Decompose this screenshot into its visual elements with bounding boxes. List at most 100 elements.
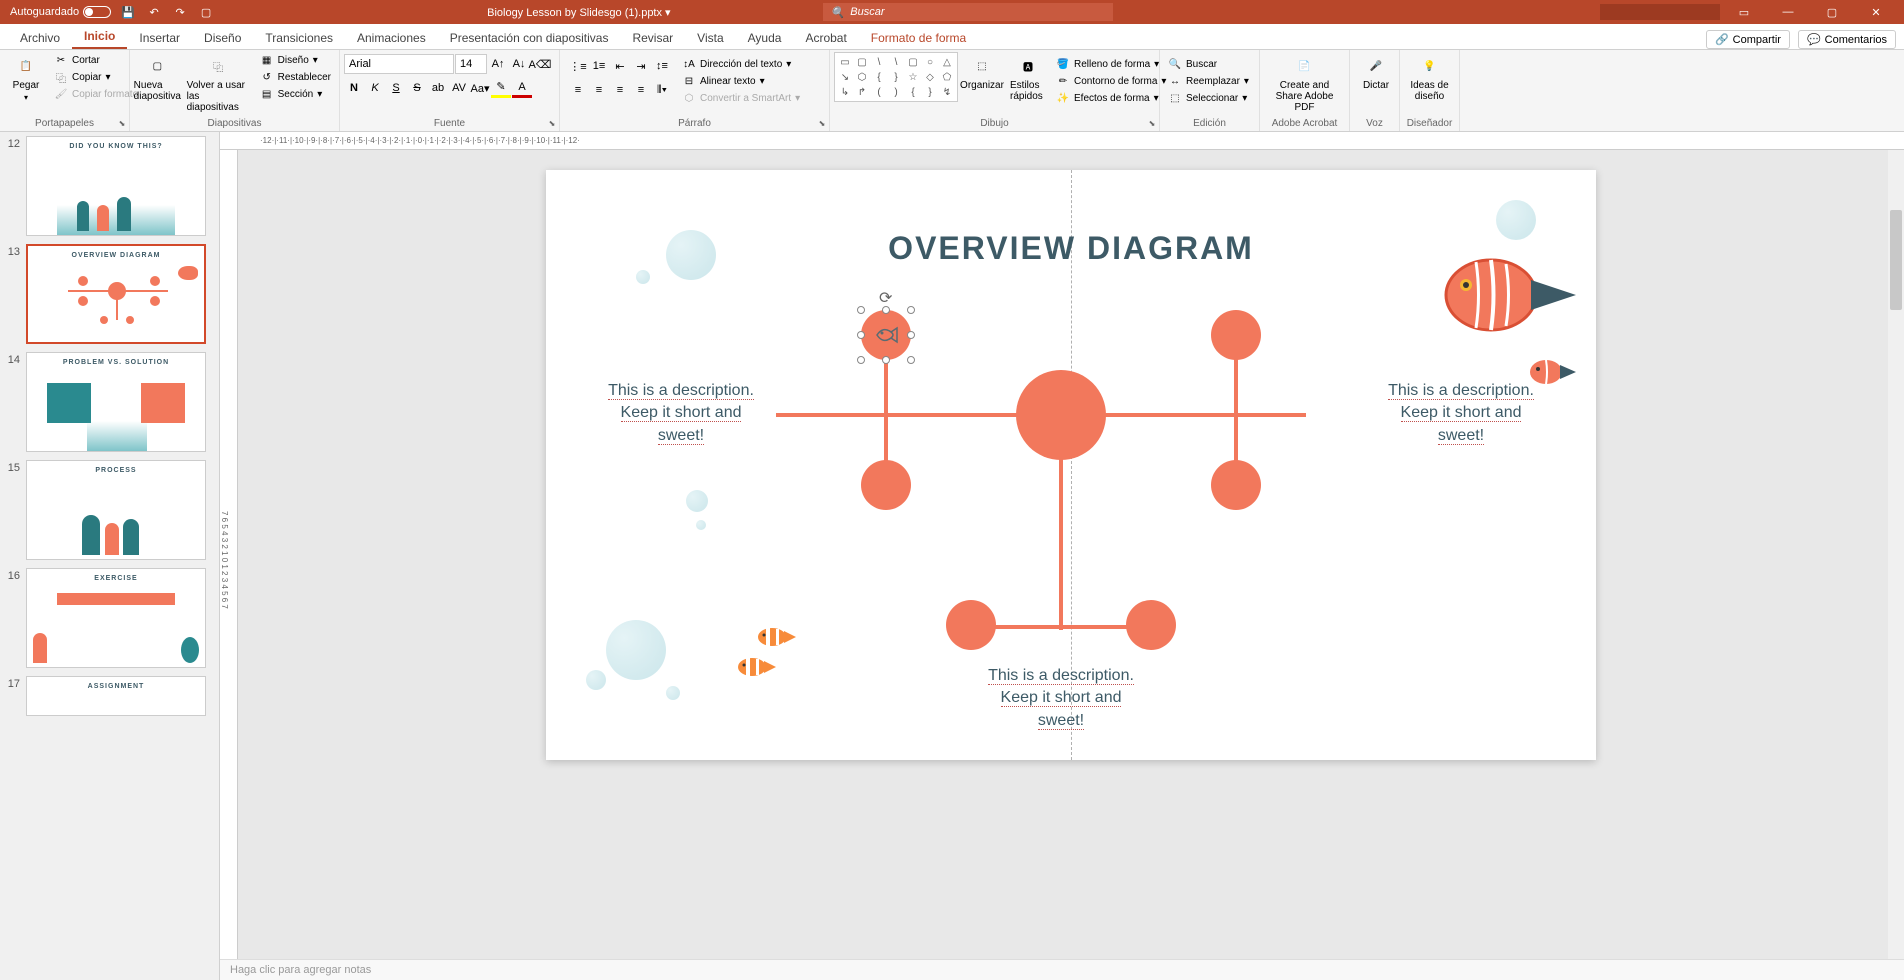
description-text-bottom[interactable]: This is a description. Keep it short and… — [976, 665, 1146, 732]
tab-inicio[interactable]: Inicio — [72, 25, 127, 49]
format-painter-button[interactable]: 🖌Copiar formato — [50, 86, 142, 102]
adobe-pdf-button[interactable]: 📄Create and Share Adobe PDF — [1264, 52, 1345, 115]
tab-insertar[interactable]: Insertar — [127, 27, 192, 49]
resize-handle[interactable] — [907, 306, 915, 314]
find-button[interactable]: 🔍Buscar — [1164, 56, 1253, 72]
layout-button[interactable]: ▦Diseño ▾ — [256, 52, 335, 68]
align-text-button[interactable]: ⊟Alinear texto ▾ — [678, 73, 804, 89]
slide-thumbnail-13[interactable]: OVERVIEW DIAGRAM — [26, 244, 206, 344]
strike-button[interactable]: S — [407, 78, 427, 98]
minimize-icon[interactable]: — — [1768, 0, 1808, 24]
resize-handle[interactable] — [857, 306, 865, 314]
tab-acrobat[interactable]: Acrobat — [793, 27, 858, 49]
highlight-button[interactable]: ✎ — [491, 78, 511, 98]
smartart-button[interactable]: ⬡Convertir a SmartArt ▾ — [678, 90, 804, 106]
section-button[interactable]: ▤Sección ▾ — [256, 86, 335, 102]
text-direction-button[interactable]: ↕ADirección del texto ▾ — [678, 56, 804, 72]
vertical-ruler[interactable]: 7 6 5 4 3 2 1 0 1 2 3 4 5 6 7 — [220, 150, 238, 959]
horizontal-ruler[interactable]: ·12·|·11·|·10·|·9·|·8·|·7·|·6·|·5·|·4·|·… — [220, 132, 1904, 150]
spacing-button[interactable]: AV — [449, 78, 469, 98]
dialog-launcher-icon[interactable]: ⬊ — [117, 119, 127, 129]
dialog-launcher-icon[interactable]: ⬊ — [547, 119, 557, 129]
font-name-combo[interactable] — [344, 54, 454, 74]
toggle-switch-icon[interactable] — [83, 6, 111, 18]
ribbon-options-icon[interactable]: ▭ — [1724, 0, 1764, 24]
rotate-handle-icon[interactable]: ⟳ — [879, 288, 893, 302]
underline-button[interactable]: S — [386, 78, 406, 98]
font-color-button[interactable]: A — [512, 78, 532, 98]
increase-font-icon[interactable]: A↑ — [488, 54, 508, 74]
columns-button[interactable]: ⫴▾ — [652, 80, 672, 100]
copy-button[interactable]: ⿻Copiar ▾ — [50, 69, 142, 85]
dictate-button[interactable]: 🎤Dictar — [1354, 52, 1398, 93]
resize-handle[interactable] — [882, 356, 890, 364]
reset-button[interactable]: ↺Restablecer — [256, 69, 335, 85]
slide-thumbnail-14[interactable]: PROBLEM VS. SOLUTION — [26, 352, 206, 452]
select-button[interactable]: ⬚Seleccionar ▾ — [1164, 90, 1253, 106]
diagram-node[interactable] — [946, 600, 996, 650]
slide-thumbnail-panel[interactable]: 12 DID YOU KNOW THIS? 13 OVERVIEW DIAGRA… — [0, 132, 220, 980]
bullets-button[interactable]: ⋮≡ — [568, 56, 588, 76]
justify-button[interactable]: ≡ — [631, 80, 651, 100]
font-size-combo[interactable] — [455, 54, 487, 74]
align-center-button[interactable]: ≡ — [589, 80, 609, 100]
comments-button[interactable]: 💬 Comentarios — [1798, 30, 1896, 49]
notes-pane[interactable]: Haga clic para agregar notas — [220, 959, 1904, 980]
tab-ayuda[interactable]: Ayuda — [736, 27, 794, 49]
bold-button[interactable]: N — [344, 78, 364, 98]
autosave-toggle[interactable]: Autoguardado — [10, 6, 111, 18]
search-box[interactable]: 🔍 Buscar — [823, 3, 1113, 21]
redo-icon[interactable]: ↷ — [171, 3, 189, 21]
numbering-button[interactable]: 1≡ — [589, 56, 609, 76]
resize-handle[interactable] — [907, 331, 915, 339]
outdent-button[interactable]: ⇤ — [610, 56, 630, 76]
diagram-node-selected[interactable]: ⟳ — [861, 310, 911, 360]
italic-button[interactable]: K — [365, 78, 385, 98]
line-spacing-button[interactable]: ↕≡ — [652, 56, 672, 76]
align-right-button[interactable]: ≡ — [610, 80, 630, 100]
quick-styles-button[interactable]: 🅰Estilos rápidos — [1006, 52, 1050, 104]
slide-thumbnail-17[interactable]: ASSIGNMENT — [26, 676, 206, 716]
slide-thumbnail-12[interactable]: DID YOU KNOW THIS? — [26, 136, 206, 236]
align-left-button[interactable]: ≡ — [568, 80, 588, 100]
undo-icon[interactable]: ↶ — [145, 3, 163, 21]
user-badge[interactable] — [1600, 4, 1720, 20]
paste-button[interactable]: 📋 Pegar▾ — [4, 52, 48, 104]
indent-button[interactable]: ⇥ — [631, 56, 651, 76]
diagram-node[interactable] — [1126, 600, 1176, 650]
diagram-node[interactable] — [1211, 310, 1261, 360]
diagram-center-node[interactable] — [1016, 370, 1106, 460]
resize-handle[interactable] — [907, 356, 915, 364]
reuse-slides-button[interactable]: ⿻Volver a usar las diapositivas — [183, 52, 254, 115]
shadow-button[interactable]: ab — [428, 78, 448, 98]
new-slide-button[interactable]: ▢Nueva diapositiva — [134, 52, 181, 104]
shape-fill-button[interactable]: 🪣Relleno de forma ▾ — [1052, 56, 1170, 72]
decrease-font-icon[interactable]: A↓ — [509, 54, 529, 74]
shape-outline-button[interactable]: ✏Contorno de forma ▾ — [1052, 73, 1170, 89]
diagram-connector[interactable] — [1059, 430, 1063, 630]
tab-formato-forma[interactable]: Formato de forma — [859, 27, 978, 49]
vertical-scrollbar[interactable] — [1888, 150, 1904, 959]
resize-handle[interactable] — [857, 331, 865, 339]
clear-format-icon[interactable]: A⌫ — [530, 54, 550, 74]
save-icon[interactable]: 💾 — [119, 3, 137, 21]
arrange-button[interactable]: ⬚Organizar — [960, 52, 1004, 93]
tab-animaciones[interactable]: Animaciones — [345, 27, 438, 49]
tab-revisar[interactable]: Revisar — [620, 27, 685, 49]
shape-gallery[interactable]: ▭▢\\▢○△ ↘⬡{}☆◇⬠ ↳↱(){}↯ — [834, 52, 958, 102]
slide-title[interactable]: OVERVIEW DIAGRAM — [888, 230, 1254, 267]
resize-handle[interactable] — [857, 356, 865, 364]
replace-button[interactable]: ↔Reemplazar ▾ — [1164, 73, 1253, 89]
slideshow-icon[interactable]: ▢ — [197, 3, 215, 21]
cut-button[interactable]: ✂Cortar — [50, 52, 142, 68]
description-text-right[interactable]: This is a description. Keep it short and… — [1376, 380, 1546, 447]
tab-transiciones[interactable]: Transiciones — [253, 27, 345, 49]
case-button[interactable]: Aa▾ — [470, 78, 490, 98]
maximize-icon[interactable]: ▢ — [1812, 0, 1852, 24]
slide-canvas-area[interactable]: OVERVIEW DIAGRAM — [238, 150, 1904, 959]
tab-archivo[interactable]: Archivo — [8, 27, 72, 49]
diagram-node[interactable] — [861, 460, 911, 510]
slide-canvas[interactable]: OVERVIEW DIAGRAM — [546, 170, 1596, 760]
design-ideas-button[interactable]: 💡Ideas de diseño — [1404, 52, 1455, 104]
dialog-launcher-icon[interactable]: ⬊ — [817, 119, 827, 129]
